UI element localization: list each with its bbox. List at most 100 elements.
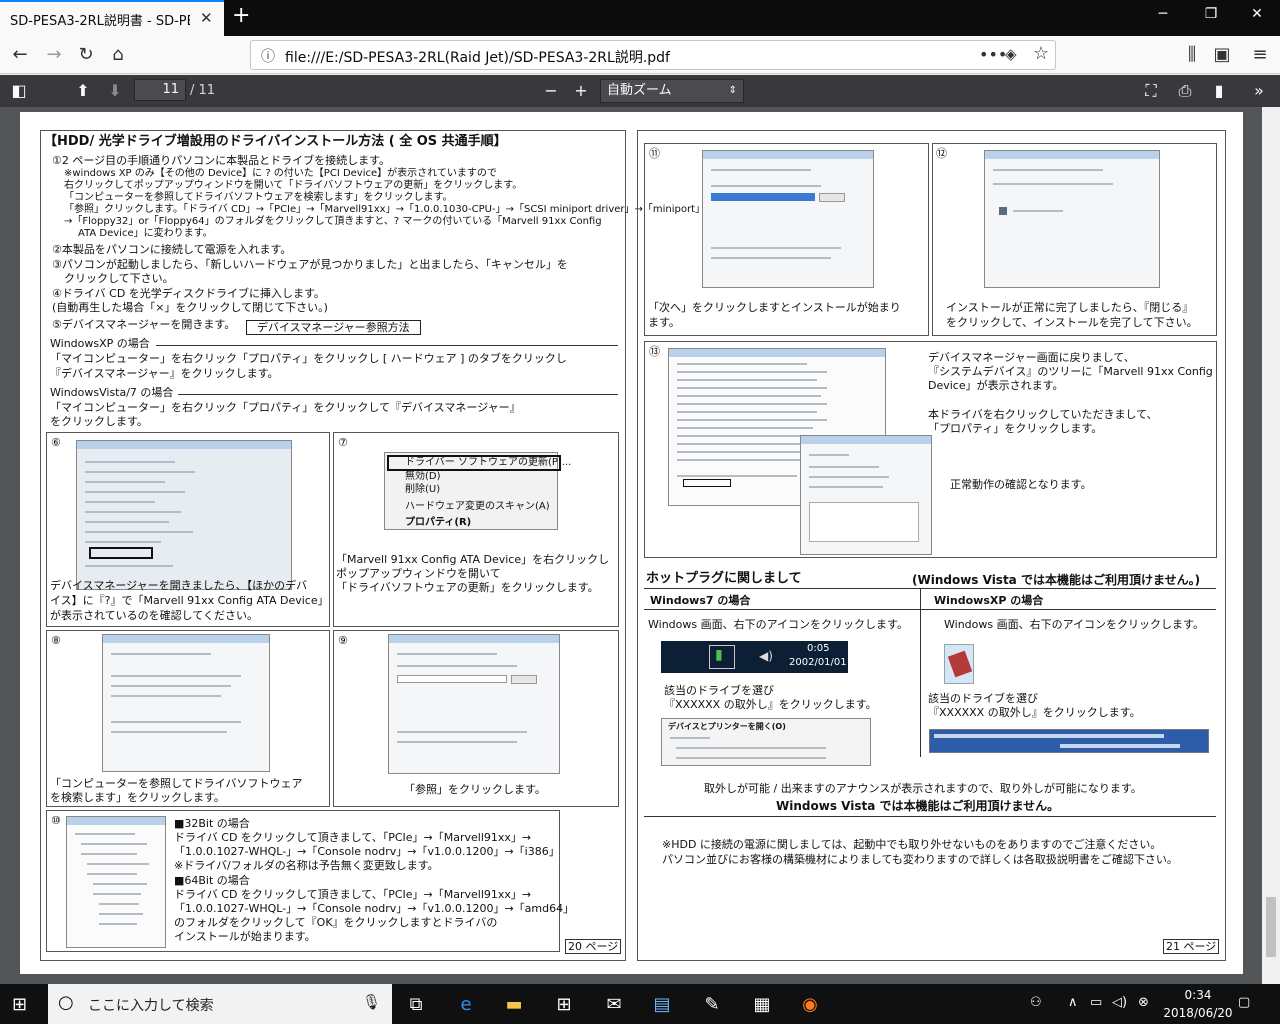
step5-text: ⑤デバイスマネージャーを開きます。 bbox=[52, 318, 236, 331]
previous-page-icon[interactable]: ⬆ bbox=[70, 79, 96, 103]
search-placeholder: ここに入力して検索 bbox=[88, 998, 214, 1014]
remove-text-1: 取外しが可能 / 出来ますのアナウンスが表示されますので、取り外しが可能になりま… bbox=[704, 782, 1142, 795]
context-menu-screenshot: ドライバー ソフトウェアの更新(P)... 無効(D) 削除(U) ハードウェア… bbox=[384, 452, 571, 530]
xp-heading: WindowsXP の場合 bbox=[50, 337, 150, 350]
back-icon[interactable]: ← bbox=[6, 42, 34, 68]
menu-icon[interactable]: ≡ bbox=[1246, 42, 1274, 68]
chevron-up-icon[interactable]: ∧ bbox=[1068, 995, 1078, 1010]
step12-text-2: をクリックして、インストールを完了して下さい。 bbox=[946, 316, 1198, 329]
nav-bar: ← → ↻ ⌂ ⓘ file:///E:/SD-PESA3-2RL(Raid J… bbox=[0, 36, 1280, 74]
store-icon[interactable]: ⊞ bbox=[546, 990, 582, 1020]
step1-note-2: 右クリックしてポップアップウィンドウを開いて「ドライバソフトウェアの更新」をクリ… bbox=[64, 180, 523, 191]
mail-icon[interactable]: ✉ bbox=[596, 990, 632, 1020]
step11-text-2: ます。 bbox=[648, 316, 680, 329]
tab-active[interactable]: SD-PESA3-2RL説明書 - SD-PESA3-2RL ✕ bbox=[0, 0, 224, 36]
pdf-page: 【HDD/ 光学ドライブ増設用のドライバインストール方法 ( 全 OS 共通手順… bbox=[20, 112, 1243, 974]
tab-bar: SD-PESA3-2RL説明書 - SD-PESA3-2RL ✕ + ─ ❐ ✕ bbox=[0, 0, 1280, 36]
menu-properties: プロパティ(R) bbox=[405, 517, 472, 528]
step13-text-1: デバイスマネージャー画面に戻りまして、 bbox=[928, 351, 1135, 364]
paint-app-icon[interactable]: ✎ bbox=[694, 990, 730, 1020]
zoom-out-icon[interactable]: − bbox=[538, 79, 564, 103]
note-text-2: パソコン並びにお客様の構築機材によりましても変わりますので詳しくは各取扱説明書を… bbox=[662, 853, 1178, 866]
reload-icon[interactable]: ↻ bbox=[72, 42, 100, 68]
minimize-icon[interactable]: ─ bbox=[1140, 6, 1186, 30]
device-app-icon[interactable]: ▦ bbox=[744, 990, 780, 1020]
folder-tree-screenshot bbox=[66, 816, 166, 948]
step7-text-3: 「ドライバソフトウェアの更新」をクリックします。 bbox=[336, 581, 599, 594]
zoom-in-icon[interactable]: + bbox=[568, 79, 594, 103]
install-complete-screenshot bbox=[984, 150, 1160, 288]
step7-text-1: 「Marvell 91xx Config ATA Device」を右クリックし bbox=[336, 553, 610, 566]
bookmark-star-icon[interactable]: ☆ bbox=[1033, 43, 1049, 64]
step6-number: ⑥ bbox=[51, 436, 61, 449]
tab-close-button[interactable]: ✕ bbox=[200, 9, 213, 27]
sidebar-icon[interactable]: ▣ bbox=[1208, 42, 1236, 68]
step10-text-2: ドライバ CD をクリックして頂きまして、「PCIe」→「Marvell91xx… bbox=[174, 831, 532, 844]
step10-text-6: ドライバ CD をクリックして頂きまして、「PCIe」→「Marvell91xx… bbox=[174, 888, 532, 901]
driver-wizard-screenshot bbox=[102, 634, 270, 772]
column-divider bbox=[920, 589, 921, 757]
close-window-icon[interactable]: ✕ bbox=[1234, 6, 1280, 30]
page-count: / 11 bbox=[190, 83, 216, 98]
zoom-select[interactable]: 自動ズーム ⇕ bbox=[600, 79, 744, 103]
pocket-icon[interactable]: ◈ bbox=[1005, 45, 1017, 63]
step8-number: ⑧ bbox=[51, 634, 61, 647]
vertical-scrollbar[interactable] bbox=[1262, 107, 1280, 984]
remove-text-2: Windows Vista では本機能はご利用頂けません。 bbox=[776, 799, 1060, 813]
print-icon[interactable]: ⎙ bbox=[1172, 79, 1198, 103]
new-tab-button[interactable]: + bbox=[232, 3, 250, 28]
windows-start-icon[interactable]: ⊞ bbox=[12, 994, 27, 1015]
presentation-mode-icon[interactable]: ⛶ bbox=[1138, 79, 1164, 103]
safely-remove-icon: ▮ bbox=[715, 647, 723, 663]
step10-text-3: 「1.0.0.1027-WHQL-」→「Console nodrv」→「v1.0… bbox=[174, 845, 560, 858]
step13-number: ⑬ bbox=[649, 345, 660, 358]
pdf-viewer[interactable]: 【HDD/ 光学ドライブ増設用のドライバインストール方法 ( 全 OS 共通手順… bbox=[0, 107, 1280, 984]
win7-text-3: 『XXXXXX の取外し』をクリックします。 bbox=[664, 698, 877, 711]
device-manager-screenshot bbox=[76, 440, 292, 590]
hotplug-note: (Windows Vista では本機能はご利用頂けません。) bbox=[912, 573, 1201, 587]
volume-icon: ◀) bbox=[759, 649, 773, 663]
url-bar[interactable]: ⓘ file:///E:/SD-PESA3-2RL(Raid Jet)/SD-P… bbox=[250, 40, 1056, 70]
network-app-icon[interactable]: ▤ bbox=[644, 990, 680, 1020]
win7-text-2: 該当のドライブを選び bbox=[664, 684, 774, 697]
notification-badge-icon[interactable]: ⊗ bbox=[1138, 995, 1149, 1010]
step1-note-1: ※windows XP のみ【その他の Device】に ? の付いた【PCI … bbox=[64, 168, 497, 179]
home-icon[interactable]: ⌂ bbox=[104, 42, 132, 68]
menu-disable: 無効(D) bbox=[405, 471, 441, 482]
info-icon[interactable]: ⓘ bbox=[261, 46, 275, 66]
step1-note-6: ATA Device」に変わります。 bbox=[78, 228, 213, 239]
file-explorer-icon[interactable]: ▬ bbox=[496, 990, 532, 1020]
url-text[interactable]: file:///E:/SD-PESA3-2RL(Raid Jet)/SD-PES… bbox=[285, 47, 670, 67]
page-actions-icon[interactable]: ••• bbox=[979, 45, 1007, 64]
task-view-icon[interactable]: ⧉ bbox=[398, 990, 434, 1020]
step10-text-1: ■32Bit の場合 bbox=[174, 817, 250, 830]
forward-icon[interactable]: → bbox=[40, 42, 68, 68]
clock-time[interactable]: 0:34 bbox=[1168, 988, 1228, 1002]
win7-eject-menu-screenshot: デバイスとプリンターを開く(O) bbox=[661, 718, 871, 766]
firefox-icon[interactable]: ◉ bbox=[792, 990, 828, 1020]
volume-icon[interactable]: ◁) bbox=[1112, 995, 1127, 1010]
step9-number: ⑨ bbox=[338, 634, 348, 647]
microphone-icon[interactable]: 🎙 bbox=[362, 993, 381, 1011]
step10-text-7: 「1.0.0.1027-WHQL-」→「Console nodrv」→「v1.0… bbox=[174, 902, 575, 915]
scrollbar-thumb[interactable] bbox=[1266, 897, 1276, 957]
restore-icon[interactable]: ❐ bbox=[1188, 6, 1234, 30]
winxp-text-1: Windows 画面、右下のアイコンをクリックします。 bbox=[944, 618, 1204, 631]
action-center-icon[interactable]: ▢ bbox=[1238, 995, 1250, 1010]
next-page-icon[interactable]: ⬇ bbox=[102, 79, 128, 103]
people-icon[interactable]: ⚇ bbox=[1030, 995, 1042, 1010]
taskbar-search-box[interactable]: ○ ここに入力して検索 🎙 bbox=[48, 984, 392, 1024]
page-number-input[interactable]: 11 bbox=[134, 79, 186, 101]
bookmark-icon[interactable]: ▮ bbox=[1206, 79, 1232, 103]
network-icon[interactable]: ▭ bbox=[1090, 995, 1102, 1010]
vista-text-2: をクリックします。 bbox=[50, 415, 148, 428]
pdf-toolbar: ◧ ⬆ ⬇ 11 / 11 − + 自動ズーム ⇕ ⛶ ⎙ ▮ » bbox=[0, 75, 1280, 107]
tools-icon[interactable]: » bbox=[1246, 79, 1272, 103]
library-icon[interactable]: ⫼ bbox=[1178, 42, 1206, 68]
divider bbox=[156, 345, 618, 346]
devices-printers-item: デバイスとプリンターを開く(O) bbox=[668, 722, 786, 731]
step10-text-9: インストールが始まります。 bbox=[174, 930, 316, 943]
edge-icon[interactable]: e bbox=[448, 990, 484, 1020]
clock-date[interactable]: 2018/06/20 bbox=[1160, 1006, 1236, 1020]
sidebar-toggle-icon[interactable]: ◧ bbox=[6, 79, 32, 103]
